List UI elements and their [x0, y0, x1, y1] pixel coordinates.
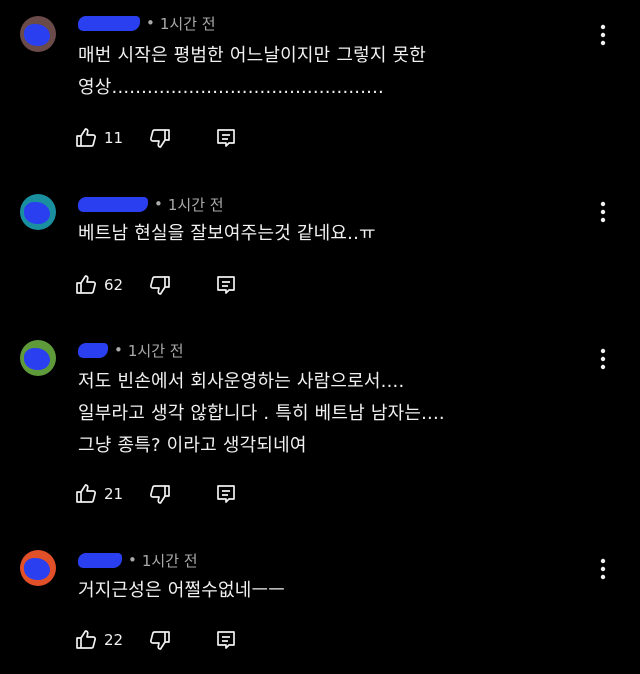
comment-meta: • 1시간 전	[78, 13, 216, 33]
avatar[interactable]	[20, 16, 56, 52]
like-count: 62	[104, 276, 124, 294]
avatar[interactable]	[20, 194, 56, 230]
thumb-down-icon[interactable]	[148, 273, 172, 297]
thumb-up-icon[interactable]	[74, 628, 98, 652]
comment-time[interactable]: 1시간 전	[160, 13, 216, 34]
comment-actions: 21	[74, 481, 238, 507]
meta-separator: •	[114, 341, 123, 359]
comment-meta: • 1시간 전	[78, 194, 224, 214]
comment-text: 저도 빈손에서 회사운영하는 사람으로서.... 일부라고 생각 않합니다 . …	[78, 371, 445, 456]
thumb-up-icon[interactable]	[74, 126, 98, 150]
avatar-redaction	[24, 348, 50, 370]
comment-actions: 11	[74, 125, 238, 151]
comment-text: 거지근성은 어쩔수없네ㅡㅡ	[78, 580, 286, 601]
avatar[interactable]	[20, 340, 56, 376]
comment-time[interactable]: 1시간 전	[168, 194, 224, 215]
comment-actions: 62	[74, 272, 238, 298]
comment-meta: • 1시간 전	[78, 340, 184, 360]
avatar[interactable]	[20, 550, 56, 586]
comment-time[interactable]: 1시간 전	[142, 550, 198, 571]
like-count: 11	[104, 129, 124, 147]
thumb-down-icon[interactable]	[148, 628, 172, 652]
comment-text: 매번 시작은 평범한 어느날이지만 그렇지 못한 영상.............…	[78, 45, 427, 98]
comment-actions: 22	[74, 627, 238, 653]
more-vertical-icon[interactable]	[592, 345, 614, 373]
avatar-redaction	[24, 558, 50, 580]
reply-comment-icon[interactable]	[214, 628, 238, 652]
more-vertical-icon[interactable]	[592, 198, 614, 226]
more-vertical-icon[interactable]	[592, 555, 614, 583]
meta-separator: •	[146, 14, 155, 32]
thumb-up-icon[interactable]	[74, 482, 98, 506]
reply-comment-icon[interactable]	[214, 273, 238, 297]
author-name-redaction[interactable]	[78, 196, 148, 212]
comment-meta: • 1시간 전	[78, 550, 198, 570]
thumb-up-icon[interactable]	[74, 273, 98, 297]
meta-separator: •	[154, 195, 163, 213]
author-name-redaction[interactable]	[78, 15, 140, 31]
avatar-redaction	[24, 202, 50, 224]
author-name-redaction[interactable]	[78, 552, 122, 568]
like-count: 22	[104, 631, 124, 649]
comment-text: 베트남 현실을 잘보여주는것 같네요..ㅠ	[78, 223, 376, 244]
author-name-redaction[interactable]	[78, 342, 108, 358]
meta-separator: •	[128, 551, 137, 569]
reply-comment-icon[interactable]	[214, 126, 238, 150]
thumb-down-icon[interactable]	[148, 126, 172, 150]
reply-comment-icon[interactable]	[214, 482, 238, 506]
thumb-down-icon[interactable]	[148, 482, 172, 506]
more-vertical-icon[interactable]	[592, 21, 614, 49]
avatar-redaction	[24, 24, 50, 46]
like-count: 21	[104, 485, 124, 503]
comment-time[interactable]: 1시간 전	[128, 340, 184, 361]
